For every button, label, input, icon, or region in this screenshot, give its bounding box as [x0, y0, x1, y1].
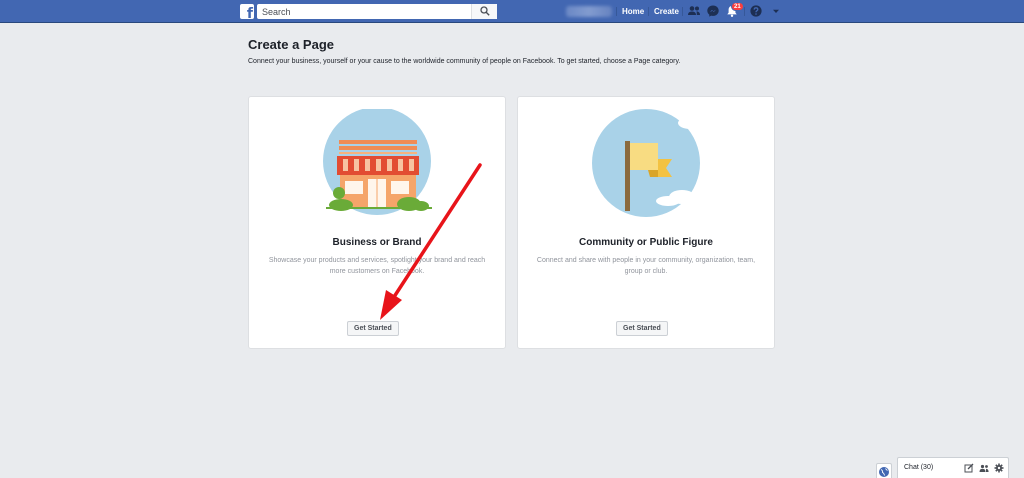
create-link[interactable]: Create [654, 6, 679, 17]
home-link[interactable]: Home [622, 6, 644, 17]
search-button[interactable] [471, 4, 497, 19]
chat-settings-gear-icon[interactable] [994, 463, 1004, 473]
business-card-title: Business or Brand [332, 237, 422, 248]
create-group-icon[interactable] [979, 463, 989, 473]
help-icon[interactable] [749, 4, 763, 18]
top-navigation-bar: f Home Create 21 [0, 0, 1024, 23]
community-get-started-button[interactable]: Get Started [616, 321, 668, 336]
nav-divider [682, 7, 683, 16]
business-card-description: Showcase your products and services, spo… [268, 257, 486, 275]
search-input[interactable] [258, 5, 468, 18]
chat-globe-button[interactable] [876, 463, 892, 478]
page-title: Create a Page [248, 37, 334, 52]
community-or-public-figure-card: Community or Public Figure Connect and s… [517, 96, 775, 349]
messenger-icon[interactable] [706, 4, 720, 18]
globe-icon [879, 467, 889, 477]
community-card-title: Community or Public Figure [579, 237, 713, 248]
profile-link-avatar[interactable] [566, 6, 612, 17]
page-subtitle: Connect your business, yourself or your … [248, 58, 681, 65]
nav-divider [616, 7, 617, 16]
nav-divider [744, 7, 745, 16]
friend-requests-icon[interactable] [687, 4, 701, 18]
business-get-started-button[interactable]: Get Started [347, 321, 399, 336]
new-message-compose-icon[interactable] [964, 463, 974, 473]
search-icon [480, 6, 490, 16]
notifications-count-badge: 21 [731, 2, 744, 11]
community-card-description: Connect and share with people in your co… [536, 257, 756, 275]
business-or-brand-card: Business or Brand Showcase your products… [248, 96, 506, 349]
account-menu-caret-icon[interactable] [769, 4, 783, 18]
search-box [257, 4, 497, 19]
flag-illustration-icon [592, 109, 702, 217]
annotation-arrow-icon [380, 163, 482, 320]
chat-label: Chat (30) [904, 464, 934, 471]
nav-divider [648, 7, 649, 16]
storefront-illustration-icon [323, 109, 432, 215]
facebook-logo-icon[interactable]: f [240, 4, 254, 19]
chat-sidebar-bar[interactable]: Chat (30) [897, 457, 1009, 478]
